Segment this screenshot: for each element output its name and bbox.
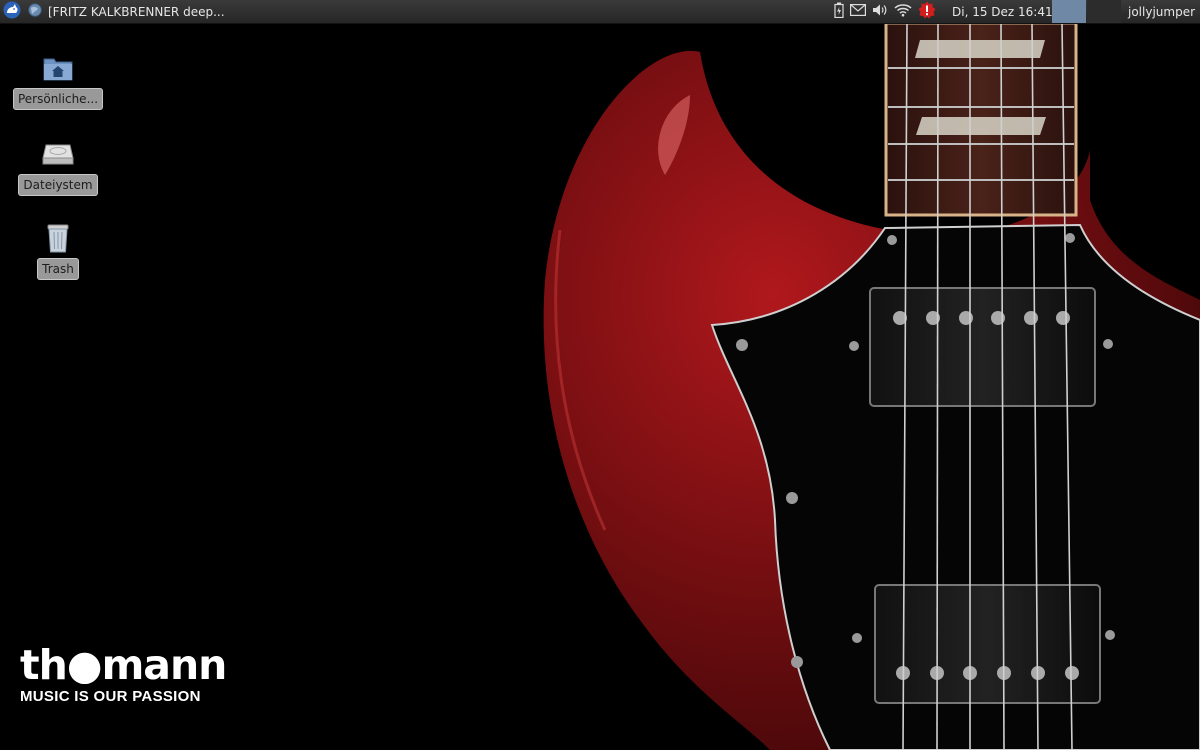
desktop-icon-home[interactable]: Persönliche... <box>3 52 113 110</box>
wifi-icon[interactable] <box>894 3 912 20</box>
home-folder-icon <box>41 52 75 84</box>
browser-window-icon <box>28 3 42 20</box>
bridge-pickup <box>874 584 1101 704</box>
trash-icon <box>41 222 75 254</box>
taskbar-window-title: [FRITZ KALKBRENNER deep... <box>48 4 225 19</box>
workspace-switcher[interactable] <box>1052 0 1121 23</box>
volume-icon[interactable] <box>872 3 888 20</box>
xfce-mouse-icon <box>3 1 21 22</box>
update-alert-icon[interactable] <box>918 1 936 22</box>
thomann-tagline: MUSIC IS OUR PASSION <box>20 688 201 705</box>
desktop-icon-trash[interactable]: Trash <box>3 222 113 280</box>
system-tray <box>834 0 936 23</box>
top-panel: [FRITZ KALKBRENNER deep... Di, 15 Dez 16… <box>0 0 1200 24</box>
mail-icon[interactable] <box>850 4 867 19</box>
desktop-icon-label: Trash <box>37 258 79 280</box>
clock[interactable]: Di, 15 Dez 16:41 <box>952 0 1053 23</box>
desktop[interactable]: th●mann MUSIC IS OUR PASSION Persönliche… <box>0 0 1200 750</box>
neck-pickup <box>869 287 1096 407</box>
thomann-brand: th●mann <box>20 641 227 689</box>
taskbar-window-button[interactable]: [FRITZ KALKBRENNER deep... <box>28 0 228 23</box>
desktop-icon-filesystem[interactable]: Dateiystem <box>3 138 113 196</box>
thomann-logo: th●mann MUSIC IS OUR PASSION <box>20 641 227 706</box>
drive-icon <box>41 138 75 170</box>
workspace-2[interactable] <box>1087 0 1121 23</box>
workspace-1[interactable] <box>1052 0 1086 23</box>
desktop-icon-label: Persönliche... <box>12 88 104 110</box>
application-menu-button[interactable] <box>2 0 22 23</box>
user-menu[interactable]: jollyjumper <box>1128 0 1198 23</box>
desktop-icon-label: Dateiystem <box>18 174 98 196</box>
battery-icon[interactable] <box>834 2 844 21</box>
